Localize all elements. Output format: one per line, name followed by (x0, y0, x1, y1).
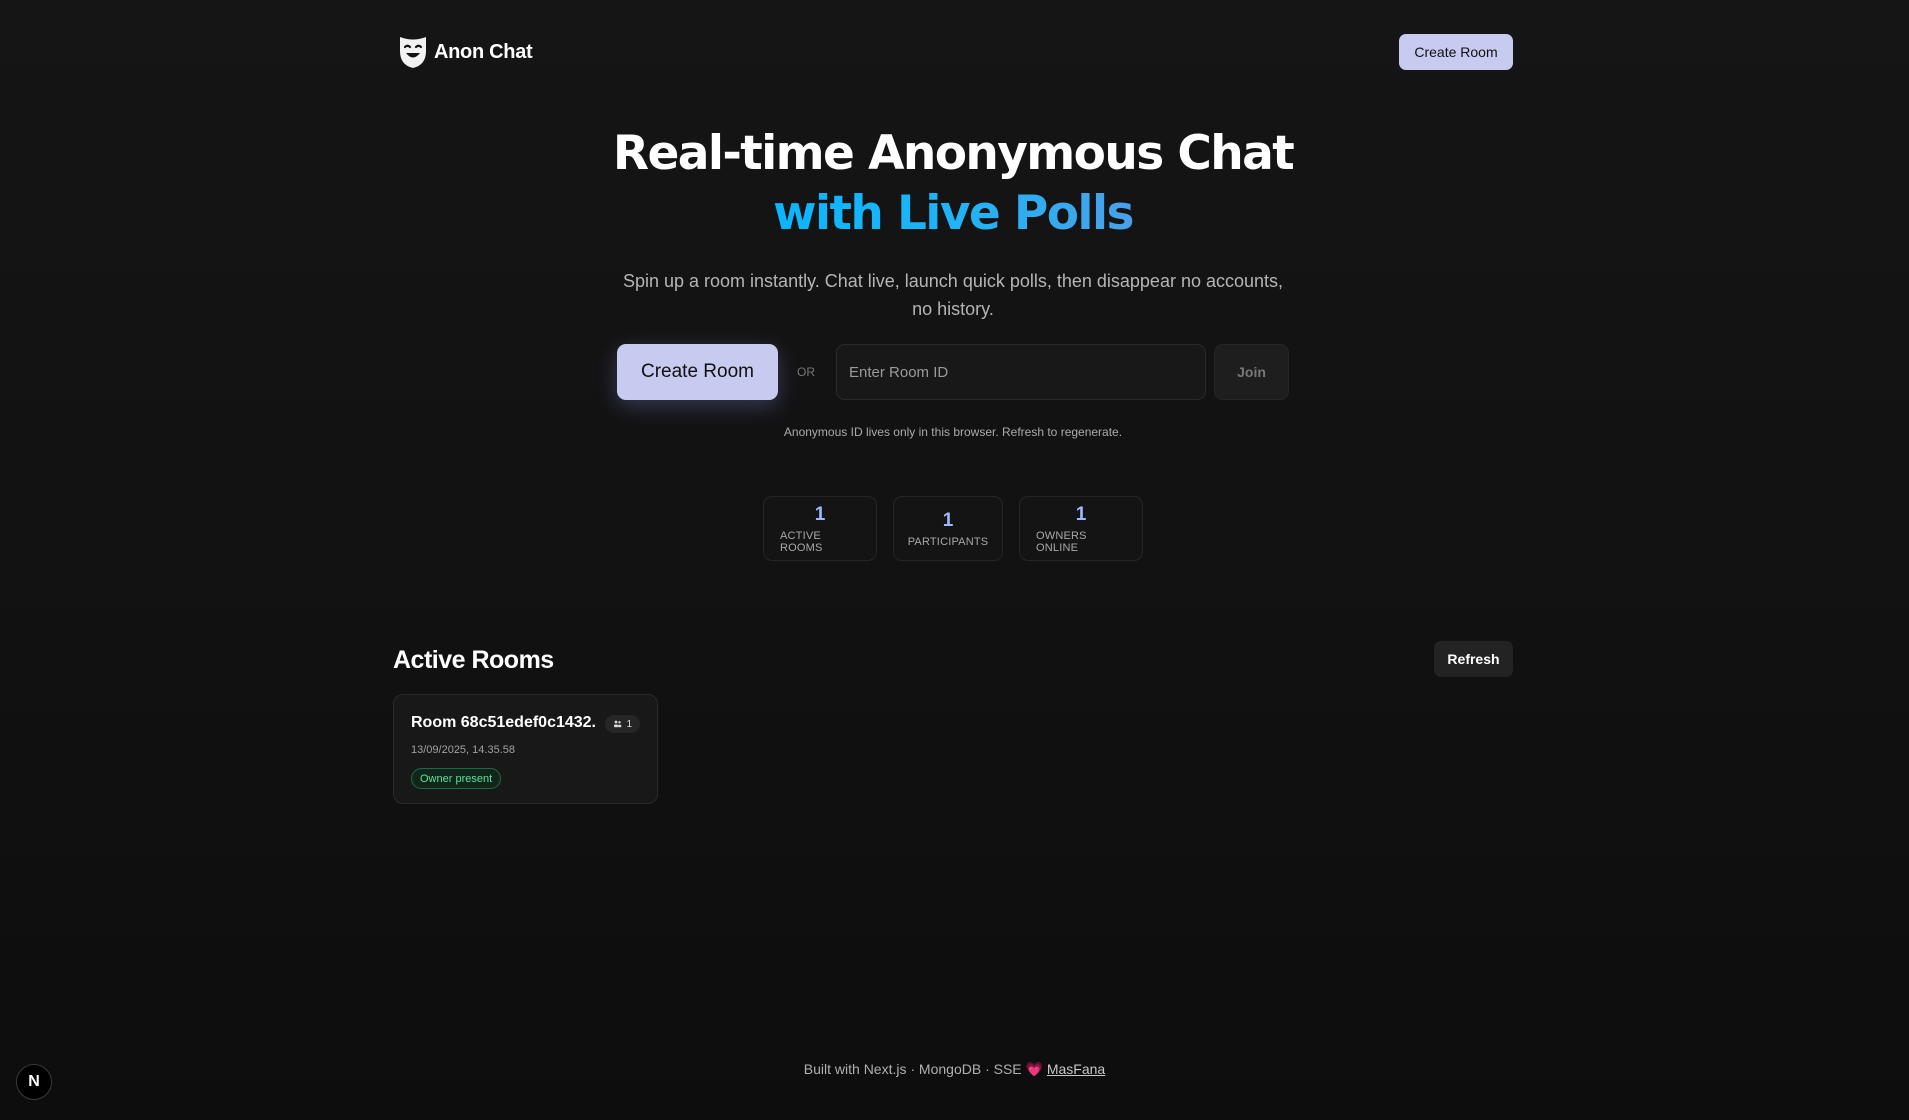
stat-label: ACTIVE ROOMS (780, 529, 823, 554)
stats-row: 1 ACTIVE ROOMS 1 PARTICIPANTS 1 OWNERS O… (393, 496, 1513, 561)
create-room-button[interactable]: Create Room (617, 344, 778, 400)
author-link[interactable]: MasFana (1047, 1061, 1105, 1077)
room-created-time: 13/09/2025, 14.35.58 (411, 744, 515, 756)
stat-participants: 1 PARTICIPANTS (893, 496, 1003, 561)
hero-subtitle: Spin up a room instantly. Chat live, lau… (622, 271, 1284, 319)
footer-text: Built with Next.js · MongoDB · SSE (803, 1061, 1022, 1077)
join-button[interactable]: Join (1214, 344, 1289, 400)
room-id-input[interactable] (836, 344, 1206, 400)
stat-value: 1 (814, 503, 826, 525)
room-card[interactable]: Room 68c51edef0c1432... 1 13/09/2025, 14… (393, 694, 658, 804)
footer: Built with Next.js · MongoDB · SSE 💗 Mas… (0, 1061, 1909, 1078)
mask-icon (400, 37, 426, 68)
or-separator: OR (797, 365, 815, 379)
stat-value: 1 (942, 509, 954, 531)
hero-title-line1: Real-time Anonymous Chat (612, 126, 1295, 181)
hero-title: Real-time Anonymous Chat with Live Polls (393, 124, 1513, 244)
nextjs-dev-badge[interactable]: N (16, 1064, 52, 1100)
join-row: Create Room OR Join (617, 344, 1289, 400)
header-create-room-button[interactable]: Create Room (1399, 34, 1513, 70)
stat-value: 1 (1075, 503, 1087, 525)
hero-title-line2: with Live Polls (773, 184, 1134, 244)
brand-name: Anon Chat (434, 40, 533, 63)
top-header: Anon Chat Create Room (393, 34, 1513, 70)
stat-owners-online: 1 OWNERS ONLINE (1019, 496, 1143, 561)
hero: Real-time Anonymous Chat with Live Polls… (393, 124, 1513, 323)
stat-active-rooms: 1 ACTIVE ROOMS (763, 496, 877, 561)
brand[interactable]: Anon Chat (397, 34, 533, 70)
users-icon (614, 720, 622, 728)
stat-label: OWNERS ONLINE (1036, 529, 1087, 554)
stat-label: PARTICIPANTS (907, 535, 989, 548)
participant-count: 1 (626, 718, 632, 730)
active-rooms-title: Active Rooms (393, 646, 554, 674)
anonymous-id-note: Anonymous ID lives only in this browser.… (783, 425, 1123, 439)
heart-icon: 💗 (1025, 1061, 1043, 1077)
refresh-button[interactable]: Refresh (1434, 641, 1513, 677)
owner-present-badge: Owner present (411, 768, 502, 789)
participant-count-badge: 1 (605, 715, 640, 733)
room-name: Room 68c51edef0c1432... (411, 714, 596, 731)
